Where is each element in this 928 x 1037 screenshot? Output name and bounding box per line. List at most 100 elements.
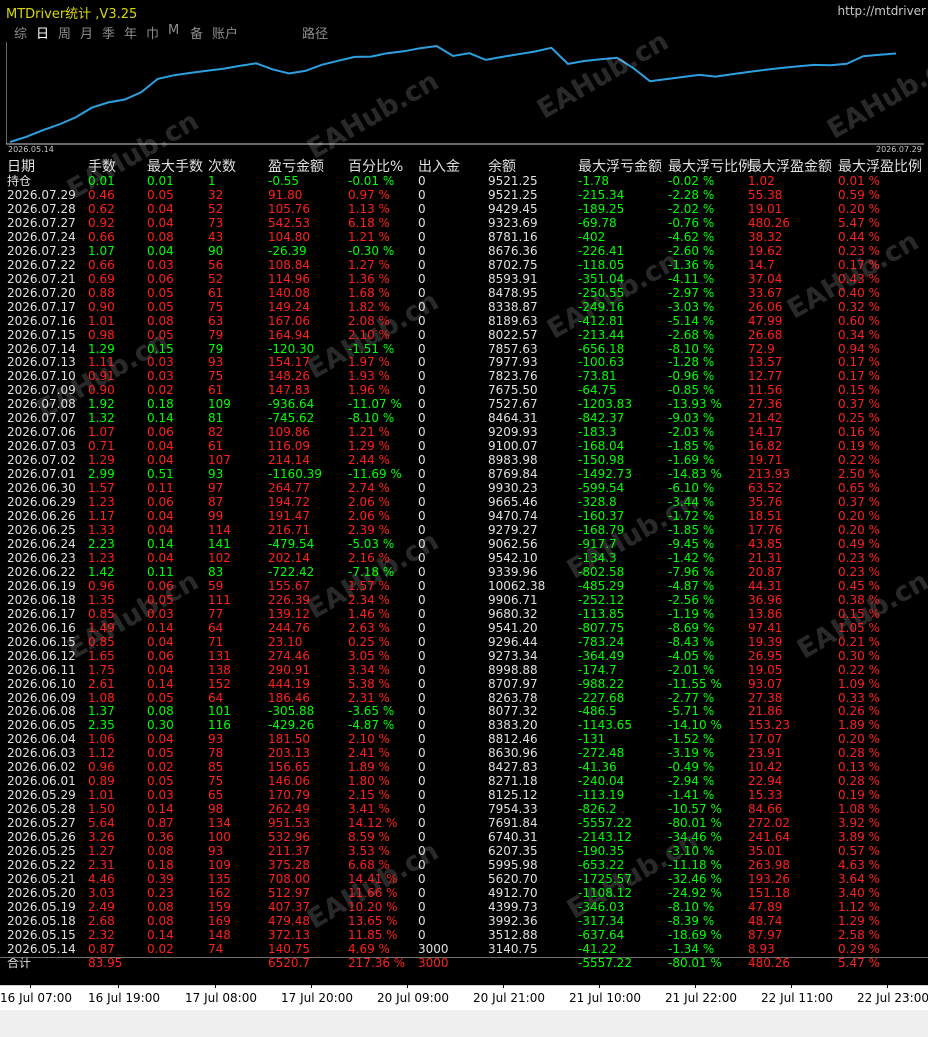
tab-8[interactable]: 备 [190, 23, 203, 42]
table-row[interactable]: 2026.06.04 1.06 0.04 93 181.50 2.10 % 0 8812.46… [0, 732, 928, 746]
cell-col-4: 154.17 [268, 355, 310, 370]
table-row[interactable]: 2026.06.12 1.65 0.06 131 274.46 3.05 % 0 9273.3… [0, 649, 928, 663]
table-row[interactable]: 2026.06.01 0.89 0.05 75 146.06 1.80 % 0 8271.18… [0, 774, 928, 788]
table-row[interactable]: 2026.06.10 2.61 0.14 152 444.19 5.38 % 0 8707.9… [0, 677, 928, 691]
cell-col-10: 27.38 [748, 690, 783, 705]
table-row[interactable]: 2026.05.28 1.50 0.14 98 262.49 3.41 % 0 7954.33… [0, 802, 928, 816]
tab-6[interactable]: 巾 [146, 23, 159, 42]
table-row[interactable]: 2026.07.28 0.62 0.04 52 105.76 1.13 % 0 9429.45… [0, 202, 928, 216]
table-row[interactable]: 2026.07.16 1.01 0.08 63 167.06 2.08 % 0 8189.63… [0, 314, 928, 328]
table-row[interactable]: 2026.06.03 1.12 0.05 78 203.13 2.41 % 0 8630.96… [0, 746, 928, 760]
cell-col-10: 14.7 [748, 257, 775, 272]
table-row[interactable]: 2026.06.24 2.23 0.14 141 -479.54 -5.03 % 0 9062… [0, 537, 928, 551]
header-4[interactable]: 盈亏金额 [268, 156, 324, 175]
header-0[interactable]: 日期 [7, 156, 35, 175]
header-6[interactable]: 出入金 [418, 156, 460, 175]
header-8[interactable]: 最大浮亏金额 [578, 156, 662, 175]
table-row[interactable]: 2026.07.29 0.46 0.05 32 91.80 0.97 % 0 9521.25 -… [0, 188, 928, 202]
table-row[interactable]: 2026.06.08 1.37 0.08 101 -305.88 -3.65 % 0 8077… [0, 704, 928, 718]
table-row[interactable]: 2026.07.24 0.66 0.08 43 104.80 1.21 % 0 8781.16… [0, 230, 928, 244]
cell-col-10: 72.9 [748, 341, 775, 356]
table-row[interactable]: 2026.05.25 1.27 0.08 93 211.37 3.53 % 0 6207.35… [0, 844, 928, 858]
header-1[interactable]: 手数 [88, 156, 116, 175]
cell-col-10: 27.36 [748, 397, 783, 412]
cell-col-1: 1.49 [88, 620, 115, 635]
table-row[interactable]: 2026.07.13 1.11 0.03 93 154.17 1.97 % 0 7977.93… [0, 355, 928, 369]
table-row[interactable]: 2026.07.08 1.92 0.18 109 -936.64 -11.07 % 0 752… [0, 397, 928, 411]
table-row[interactable]: 2026.06.26 1.17 0.04 99 191.47 2.06 % 0 9470.74… [0, 509, 928, 523]
tab-1[interactable]: 日 [36, 23, 49, 42]
table-row[interactable]: 2026.06.19 0.96 0.06 59 155.67 1.57 % 0 10062.3… [0, 579, 928, 593]
cell-col-6: 0 [418, 816, 426, 831]
table-row[interactable]: 2026.06.18 1.35 0.05 111 226.39 2.34 % 0 9906.7… [0, 593, 928, 607]
cell-col-9: -9.03 % [668, 411, 715, 426]
cell-col-0: 2026.06.17 [7, 606, 76, 621]
cell-col-9: -2.02 % [668, 201, 715, 216]
header-11[interactable]: 最大浮盈比例 [838, 156, 922, 175]
table-row[interactable]: 2026.06.23 1.23 0.04 102 202.14 2.16 % 0 9542.1… [0, 551, 928, 565]
table-row[interactable]: 2026.06.05 2.35 0.30 116 -429.26 -4.87 % 0 8383… [0, 718, 928, 732]
tab-5[interactable]: 年 [124, 23, 137, 42]
table-row[interactable]: 2026.07.23 1.07 0.04 90 -26.39 -0.30 % 0 8676.3… [0, 244, 928, 258]
table-row[interactable]: 2026.06.09 1.08 0.05 64 186.46 2.31 % 0 8263.78… [0, 691, 928, 705]
tab-7[interactable]: M [168, 23, 179, 38]
table-row[interactable]: 2026.06.17 0.85 0.03 77 139.12 1.46 % 0 9680.32… [0, 607, 928, 621]
table-row[interactable]: 2026.05.14 0.87 0.02 74 140.75 4.69 % 3000 3140… [0, 942, 928, 956]
table-row[interactable]: 2026.05.26 3.26 0.36 100 532.96 8.59 % 0 6740.3… [0, 830, 928, 844]
table-row[interactable]: 2026.07.22 0.66 0.03 56 108.84 1.27 % 0 8702.75… [0, 258, 928, 272]
table-row[interactable]: 2026.05.20 3.03 0.23 162 512.97 11.66 % 0 4912.… [0, 886, 928, 900]
table-row[interactable]: 2026.05.27 5.64 0.87 134 951.53 14.12 % 0 7691.… [0, 816, 928, 830]
table-row[interactable]: 2026.06.02 0.96 0.02 85 156.65 1.89 % 0 8427.83… [0, 760, 928, 774]
header-3[interactable]: 次数 [208, 156, 236, 175]
table-row[interactable]: 2026.07.21 0.69 0.06 52 114.96 1.36 % 0 8593.91… [0, 272, 928, 286]
table-row[interactable]: 2026.07.02 1.29 0.04 107 214.14 2.44 % 0 8983.9… [0, 453, 928, 467]
cell-col-11: 0.23 % [838, 550, 880, 565]
table-row[interactable]: 2026.07.03 0.71 0.04 61 116.09 1.29 % 0 9100.07… [0, 439, 928, 453]
table-row[interactable]: 2026.06.30 1.57 0.11 97 264.77 2.74 % 0 9930.23… [0, 481, 928, 495]
cell-col-1: 1.08 [88, 690, 115, 705]
table-row[interactable]: 2026.07.06 1.07 0.06 82 109.86 1.21 % 0 9209.93… [0, 425, 928, 439]
table-row[interactable]: 2026.07.27 0.92 0.04 73 542.53 6.18 % 0 9323.69… [0, 216, 928, 230]
cell-col-8: -402 [578, 229, 606, 244]
table-row[interactable]: 2026.05.15 2.32 0.14 148 372.13 11.85 % 0 3512.… [0, 928, 928, 942]
table-row[interactable]: 2026.06.22 1.42 0.11 83 -722.42 -7.18 % 0 9339.… [0, 565, 928, 579]
table-row[interactable]: 2026.07.01 2.99 0.51 93 -1160.39 -11.69 % 0 876… [0, 467, 928, 481]
table-row[interactable]: 2026.07.17 0.90 0.05 75 149.24 1.82 % 0 8338.87… [0, 300, 928, 314]
cell-col-3: 52 [208, 271, 224, 286]
table-row[interactable]: 2026.06.11 1.75 0.04 138 290.91 3.34 % 0 8998.8… [0, 663, 928, 677]
table-row[interactable]: 2026.06.25 1.33 0.04 114 216.71 2.39 % 0 9279.2… [0, 523, 928, 537]
header-10[interactable]: 最大浮盈金额 [748, 156, 832, 175]
tab-2[interactable]: 周 [58, 23, 71, 42]
url-link[interactable]: http://mtdriver [838, 4, 926, 18]
table-row[interactable]: 2026.07.14 1.29 0.15 79 -120.30 -1.51 % 0 7857.… [0, 342, 928, 356]
tab-3[interactable]: 月 [80, 23, 93, 42]
table-row[interactable]: 2026.07.20 0.88 0.05 61 140.08 1.68 % 0 8478.95… [0, 286, 928, 300]
tab-9[interactable]: 账户 [212, 23, 238, 42]
header-9[interactable]: 最大浮亏比例 [668, 156, 752, 175]
table-row[interactable]: 2026.05.18 2.68 0.08 169 479.48 13.65 % 0 3992.… [0, 914, 928, 928]
table-row[interactable]: 2026.07.09 0.90 0.02 61 147.83 1.96 % 0 7675.50… [0, 383, 928, 397]
table-row[interactable]: 2026.07.15 0.98 0.05 79 164.94 2.10 % 0 8022.57… [0, 328, 928, 342]
cell-col-8: -364.49 [578, 648, 625, 663]
cell-col-11: 0.60 % [838, 313, 880, 328]
open-position-row[interactable]: 持仓 0.01 0.01 1 -0.55 -0.01 % 0 9521.25 -1.78 -0.0… [0, 174, 928, 188]
tab-10[interactable]: 路径 [302, 23, 328, 42]
header-5[interactable]: 百分比% [348, 156, 403, 175]
table-row[interactable]: 2026.05.29 1.01 0.03 65 170.79 2.15 % 0 8125.12… [0, 788, 928, 802]
cell-col-1: 1.65 [88, 648, 115, 663]
cell-col-7: 7977.93 [488, 355, 538, 370]
cell-col-1: 3.26 [88, 830, 115, 845]
tab-4[interactable]: 季 [102, 23, 115, 42]
table-row[interactable]: 2026.05.22 2.31 0.18 109 375.28 6.68 % 0 5995.9… [0, 858, 928, 872]
table-row[interactable]: 2026.06.16 1.49 0.14 64 244.76 2.63 % 0 9541.20… [0, 621, 928, 635]
table-row[interactable]: 2026.06.15 0.85 0.04 71 23.10 0.25 % 0 9296.44 -… [0, 635, 928, 649]
table-row[interactable]: 2026.05.21 4.46 0.39 135 708.00 14.41 % 0 5620.… [0, 872, 928, 886]
header-2[interactable]: 最大手数 [147, 156, 203, 175]
table-row[interactable]: 2026.05.19 2.49 0.08 159 407.37 10.20 % 0 4399.… [0, 900, 928, 914]
table-row[interactable]: 2026.07.07 1.32 0.14 81 -745.62 -8.10 % 0 8464.… [0, 411, 928, 425]
table-row[interactable]: 2026.06.29 1.23 0.06 87 194.72 2.06 % 0 9665.46… [0, 495, 928, 509]
tab-0[interactable]: 综 [14, 23, 27, 42]
cell-col-5: 2.74 % [348, 481, 390, 496]
header-7[interactable]: 余额 [488, 156, 516, 175]
table-row[interactable]: 2026.07.10 0.91 0.03 75 148.26 1.93 % 0 7823.76… [0, 369, 928, 383]
